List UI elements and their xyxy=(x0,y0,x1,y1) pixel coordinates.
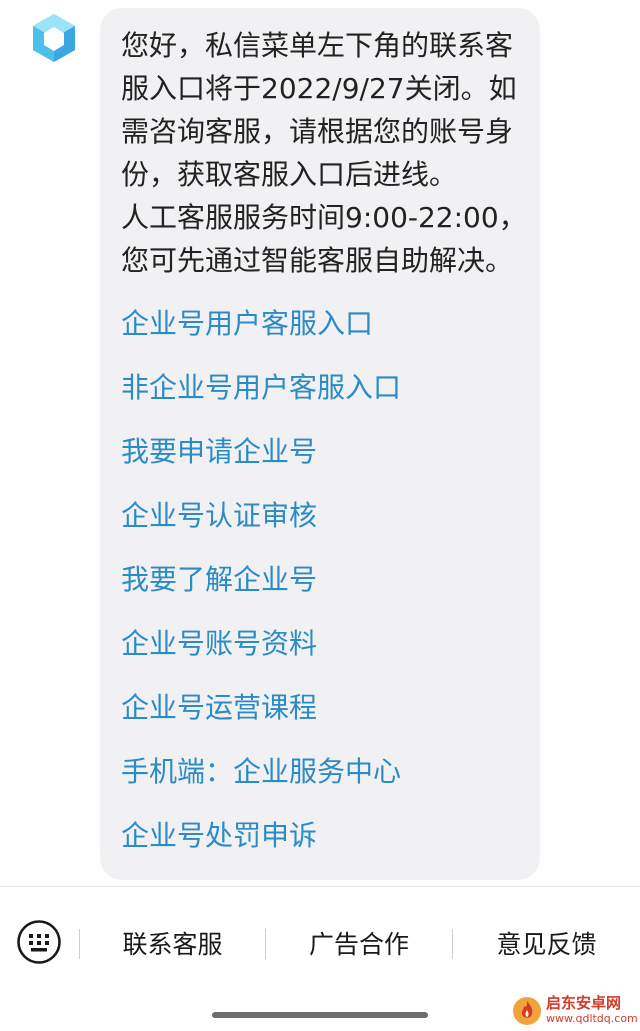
message-line: 份，获取客服入口后进线。 xyxy=(121,158,458,191)
message-line: 您可先通过智能客服自助解决。 xyxy=(121,244,514,277)
home-indicator[interactable] xyxy=(212,1012,428,1018)
link-mobile-service-center[interactable]: 手机端：企业服务中心 xyxy=(121,752,401,792)
message-line: 需咨询客服，请根据您的账号身 xyxy=(121,115,514,148)
message-bubble: 您好，私信菜单左下角的联系客 服入口将于2022/9/27关闭。如 需咨询客服，… xyxy=(100,8,540,880)
link-enterprise-user-service[interactable]: 企业号用户客服入口 xyxy=(121,304,373,344)
link-penalty-appeal[interactable]: 企业号处罚申诉 xyxy=(121,816,317,856)
feedback-button[interactable]: 意见反馈 xyxy=(453,925,640,965)
cube-logo-icon xyxy=(33,14,75,62)
keyboard-toggle-button[interactable] xyxy=(16,919,62,965)
ad-cooperation-button[interactable]: 广告合作 xyxy=(266,925,452,965)
link-non-enterprise-user-service[interactable]: 非企业号用户客服入口 xyxy=(121,368,401,408)
link-enterprise-account-info[interactable]: 企业号账号资料 xyxy=(121,624,317,664)
message-line: 您好，私信菜单左下角的联系客 xyxy=(121,29,514,62)
message-line: 服入口将于2022/9/27关闭。如 xyxy=(121,72,517,105)
link-enterprise-courses[interactable]: 企业号运营课程 xyxy=(121,688,317,728)
watermark-title: 启东安卓网 xyxy=(546,994,622,1012)
link-learn-enterprise[interactable]: 我要了解企业号 xyxy=(121,560,317,600)
link-apply-enterprise[interactable]: 我要申请企业号 xyxy=(121,432,317,472)
link-enterprise-verification[interactable]: 企业号认证审核 xyxy=(121,496,317,536)
bot-avatar[interactable] xyxy=(28,12,80,64)
keyboard-icon xyxy=(17,920,61,964)
watermark-url: www.qdltdq.com xyxy=(546,1012,638,1025)
message-line: 人工客服服务时间9:00-22:00， xyxy=(121,201,527,234)
fire-logo-icon xyxy=(513,997,541,1025)
contact-service-button[interactable]: 联系客服 xyxy=(80,925,265,965)
watermark: 启东安卓网 www.qdltdq.com xyxy=(512,994,638,1028)
